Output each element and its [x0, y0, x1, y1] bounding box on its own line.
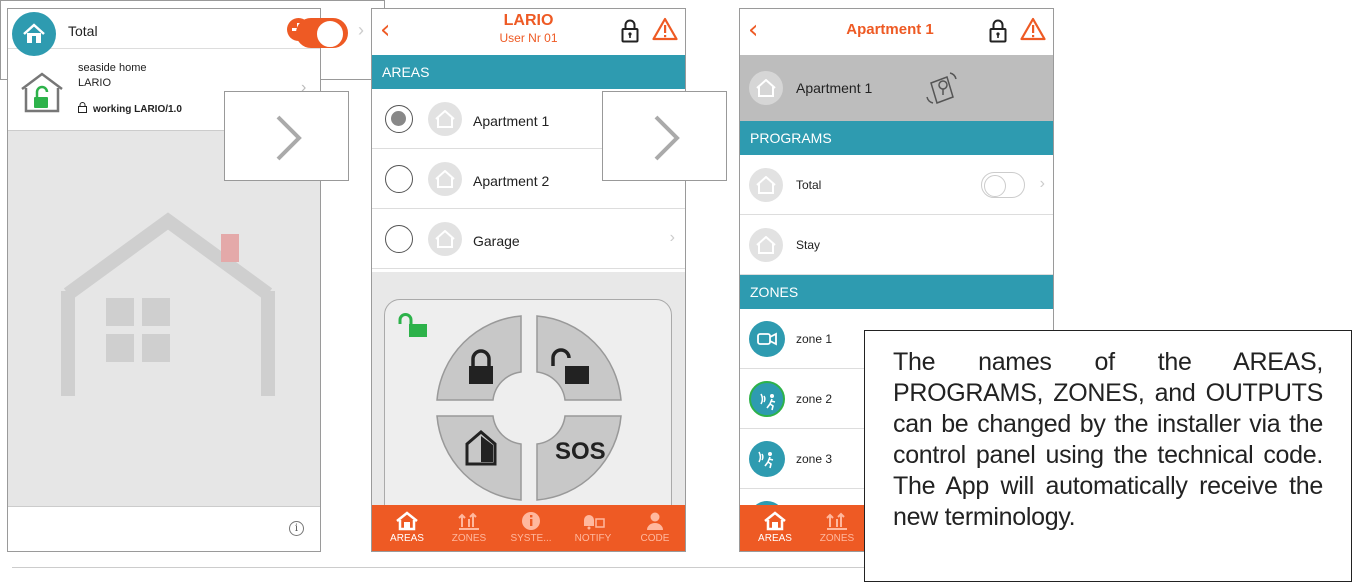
- program-toggle[interactable]: [981, 172, 1025, 198]
- header: ‹ Apartment 1: [740, 9, 1053, 55]
- arm-keypad[interactable]: SOS: [433, 312, 625, 512]
- house-icon: [749, 168, 783, 202]
- keypad-panel: SOS: [384, 299, 672, 539]
- program-label: Total: [68, 23, 98, 39]
- tab-zones[interactable]: ZONES: [438, 505, 500, 551]
- area-label: Apartment 1: [473, 113, 550, 129]
- chevron-callout: [224, 91, 349, 181]
- header: ‹ LARIO User Nr 01: [372, 9, 685, 55]
- section-areas: AREAS: [372, 55, 685, 89]
- program-toggle-on[interactable]: [296, 18, 348, 48]
- area-label: Apartment 1: [796, 80, 873, 96]
- chevron-right-icon: ›: [1039, 175, 1045, 192]
- tab-system[interactable]: SYSTE...: [500, 505, 562, 551]
- house-icon: [428, 162, 462, 196]
- disarm-key[interactable]: [536, 315, 622, 401]
- sos-label: SOS: [555, 438, 606, 465]
- map-pin-icon[interactable]: [925, 69, 959, 107]
- area-radio[interactable]: [385, 165, 413, 193]
- program-label: Total: [796, 178, 822, 192]
- zones-icon: [458, 512, 479, 530]
- chevron-right-icon: ›: [669, 229, 675, 246]
- tab-notify[interactable]: NOTIFY: [562, 505, 624, 551]
- area-radio-selected[interactable]: [385, 105, 413, 133]
- camera-icon: [749, 321, 785, 357]
- lock-icon: [78, 102, 87, 113]
- area-label: Garage: [473, 233, 520, 249]
- tab-label: SYSTE...: [510, 533, 552, 544]
- house-icon: [396, 511, 418, 531]
- bottom-bar: i: [8, 506, 320, 551]
- tab-code[interactable]: CODE: [624, 505, 685, 551]
- area-label: Apartment 2: [473, 173, 550, 189]
- keypad-area: SOS: [372, 272, 685, 539]
- lock-icon[interactable]: [621, 19, 639, 43]
- motion-sensor-icon: [749, 381, 785, 417]
- warning-icon[interactable]: [652, 17, 678, 41]
- panel-name: LARIO: [78, 77, 112, 89]
- tab-label: ZONES: [819, 533, 855, 544]
- house-unlocked-icon: [21, 72, 63, 113]
- tab-zones[interactable]: ZONES: [806, 505, 868, 551]
- program-label: Stay: [796, 238, 821, 252]
- chevron-callout: [602, 91, 727, 181]
- house-icon: [428, 222, 462, 256]
- user-icon: [647, 512, 663, 530]
- explanation-text: The names of the AREAS, PROGRAMS, ZONES,…: [893, 348, 1323, 531]
- section-programs: PROGRAMS: [740, 121, 1053, 155]
- status-text: working LARIO/1.0: [78, 102, 182, 115]
- stay-key[interactable]: [436, 415, 522, 501]
- status-label: working LARIO/1.0: [93, 104, 182, 115]
- empty-background: [8, 131, 320, 508]
- panel-areas-screen: ‹ LARIO User Nr 01 AREAS Apartment 1 Apa…: [371, 8, 686, 552]
- lock-icon[interactable]: [989, 19, 1007, 43]
- house-watermark-icon: [61, 212, 275, 396]
- tab-label: ZONES: [451, 533, 487, 544]
- house-icon: [749, 228, 783, 262]
- tab-label: AREAS: [390, 533, 424, 544]
- chevron-right-icon: [276, 115, 302, 161]
- zone-label: zone 3: [796, 452, 833, 466]
- zone-label: zone 2: [796, 392, 833, 406]
- motion-sensor-icon: [749, 441, 785, 477]
- tab-bar: AREAS ZONES SYSTE... NOTIFY CODE: [372, 505, 685, 551]
- house-icon: [12, 12, 56, 56]
- home-list-screen: seaside home LARIO working LARIO/1.0 › i: [7, 8, 321, 552]
- zone-label: zone 1: [796, 332, 833, 346]
- area-row-3[interactable]: Garage ›: [372, 209, 685, 269]
- tab-label: CODE: [640, 533, 670, 544]
- tab-areas[interactable]: AREAS: [744, 505, 806, 551]
- chevron-right-icon: ›: [358, 20, 364, 40]
- area-radio[interactable]: [385, 225, 413, 253]
- info-icon: [522, 512, 540, 530]
- tab-areas[interactable]: AREAS: [376, 505, 438, 551]
- house-icon: [428, 102, 462, 136]
- program-row-stay[interactable]: Stay: [740, 215, 1053, 275]
- info-icon[interactable]: i: [289, 521, 304, 536]
- home-name: seaside home: [78, 62, 147, 74]
- house-icon: [749, 71, 783, 105]
- explanation-box: The names of the AREAS, PROGRAMS, ZONES,…: [864, 330, 1352, 582]
- section-zones: ZONES: [740, 275, 1053, 309]
- warning-icon[interactable]: [1020, 17, 1046, 41]
- chevron-right-icon: [654, 115, 680, 161]
- tab-label: NOTIFY: [574, 533, 612, 544]
- house-icon: [764, 511, 786, 531]
- zones-icon: [826, 512, 847, 530]
- tab-label: AREAS: [758, 533, 792, 544]
- program-row-total[interactable]: Total ›: [740, 155, 1053, 215]
- area-header: Apartment 1: [740, 55, 1053, 121]
- notify-icon: [584, 515, 605, 530]
- unlocked-status-icon: [398, 313, 427, 337]
- arm-key[interactable]: [436, 315, 522, 401]
